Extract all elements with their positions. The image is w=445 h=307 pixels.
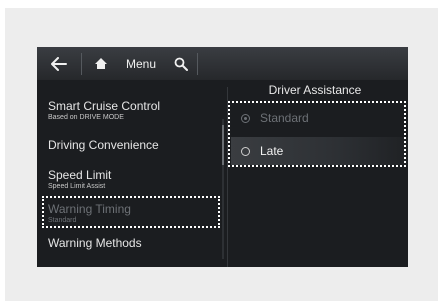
menu-button[interactable]: Menu (119, 47, 163, 80)
menu-item-smart-cruise-control[interactable]: Smart Cruise Control Based on DRIVE MODE (48, 99, 160, 122)
menu-item-label: Speed Limit (48, 168, 112, 182)
top-bar: Menu (37, 47, 408, 80)
infotainment-screen: Menu Driver Assistance Smart Cruise Cont… (37, 47, 408, 267)
menu-item-label: Driving Convenience (48, 138, 159, 152)
menu-label: Menu (125, 56, 157, 71)
menu-item-warning-methods[interactable]: Warning Methods (48, 236, 142, 250)
highlight-box-warning-timing (42, 196, 220, 228)
page-title: Driver Assistance (268, 83, 362, 97)
back-button[interactable] (45, 47, 73, 80)
menu-item-driving-convenience[interactable]: Driving Convenience (48, 138, 159, 152)
highlight-box-options (228, 101, 406, 167)
home-button[interactable] (90, 47, 112, 80)
scrollbar-thumb[interactable] (222, 125, 224, 165)
menu-item-label: Warning Methods (48, 236, 142, 250)
menu-item-speed-limit[interactable]: Speed Limit Speed Limit Assist (48, 168, 111, 191)
menu-item-sublabel: Based on DRIVE MODE (48, 114, 124, 121)
search-icon (174, 57, 188, 71)
toolbar-divider (197, 53, 198, 75)
back-arrow-icon (51, 56, 67, 71)
menu-item-sublabel: Speed Limit Assist (48, 183, 106, 190)
home-icon (95, 58, 107, 69)
settings-menu-list: Smart Cruise Control Based on DRIVE MODE… (37, 83, 223, 267)
menu-item-label: Smart Cruise Control (48, 99, 161, 113)
search-button[interactable] (169, 47, 193, 80)
toolbar-divider (81, 53, 82, 75)
